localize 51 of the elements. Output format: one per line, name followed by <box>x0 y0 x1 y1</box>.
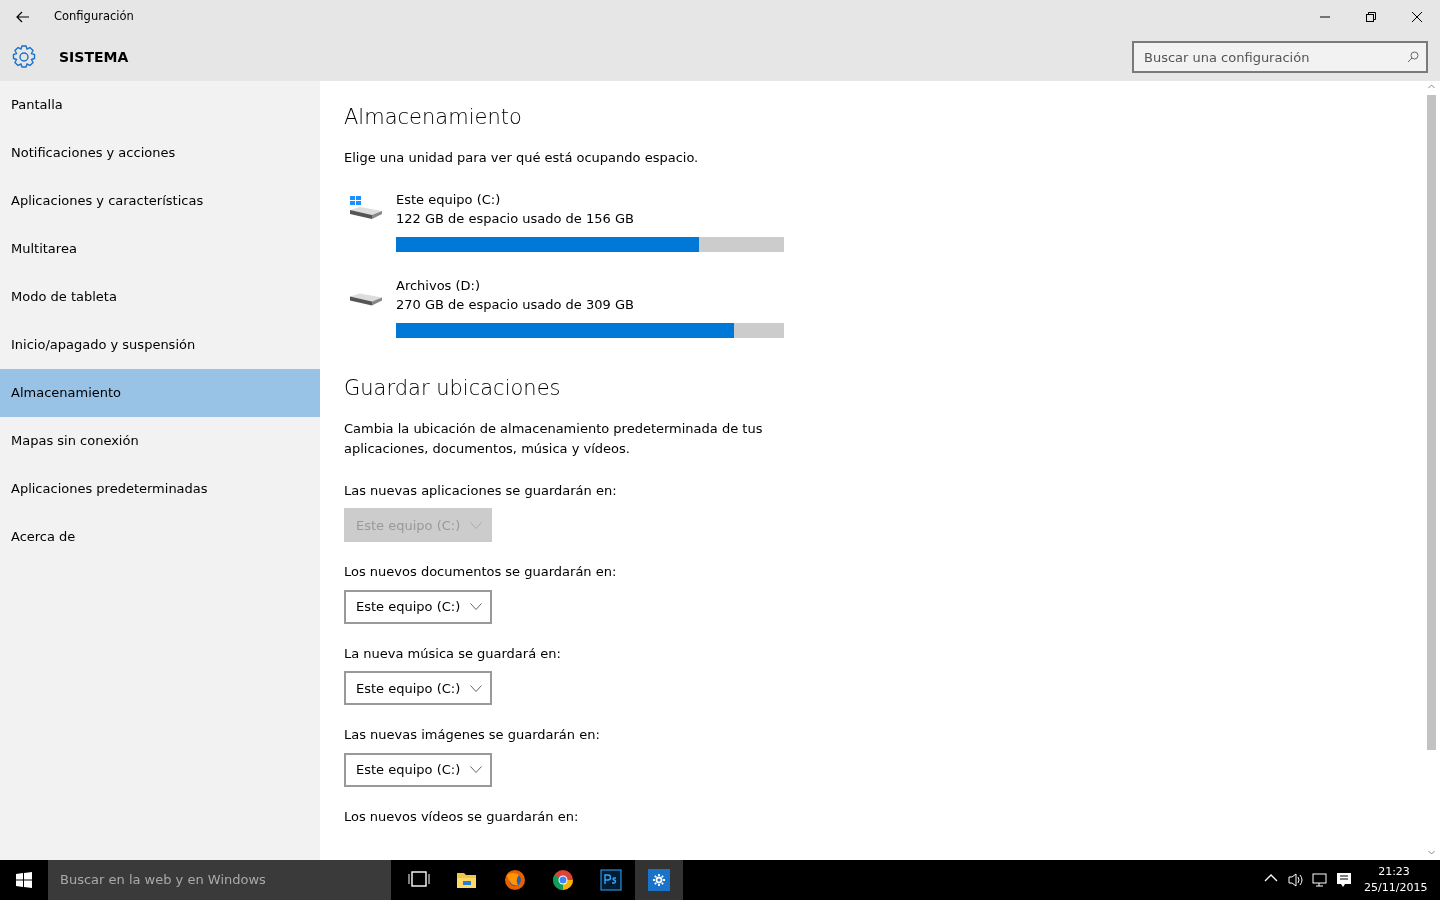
drive-name[interactable]: Archivos (D:) <box>396 275 784 296</box>
sidebar-item[interactable]: Inicio/apagado y suspensión <box>0 321 320 369</box>
setting-label: Los nuevos vídeos se guardarán en: <box>344 807 580 826</box>
chevron-down-icon <box>470 684 482 692</box>
search-field[interactable]: Buscar una configuración <box>1132 41 1428 73</box>
sidebar-item[interactable]: Aplicaciones predeterminadas <box>0 465 320 513</box>
chrome-browser-icon <box>552 869 574 891</box>
setting-label: Las nuevas aplicaciones se guardarán en: <box>344 481 618 500</box>
sidebar-item[interactable]: Multitarea <box>0 225 320 273</box>
sidebar-item[interactable]: Acerca de <box>0 513 320 561</box>
chevron-down-icon <box>470 603 482 611</box>
windows-logo-icon <box>16 872 32 888</box>
drive-dropdown[interactable]: Este equipo (C:) <box>344 589 492 624</box>
drive-usage: 122 GB de espacio usado de 156 GB <box>396 210 635 229</box>
description-text: Elige una unidad para ver qué está ocupando espacio. <box>344 149 700 168</box>
gear-icon <box>11 44 37 70</box>
taskbar-app-button[interactable] <box>635 860 683 900</box>
chevron-down-icon <box>470 766 482 774</box>
drive-dropdown[interactable]: Este equipo (C:) <box>344 752 492 787</box>
sidebar-item[interactable]: Almacenamiento <box>0 369 320 417</box>
drive-icon <box>348 195 382 222</box>
photoshop-icon <box>600 869 622 891</box>
restore-icon <box>1366 11 1376 22</box>
section-heading: Almacenamiento <box>344 105 523 131</box>
setting-label: Los nuevos documentos se guardarán en: <box>344 563 618 582</box>
network-icon[interactable] <box>1312 872 1328 888</box>
drive-dropdown[interactable]: Este equipo (C:) <box>344 671 492 706</box>
chevron-down-icon <box>470 521 482 529</box>
section-heading: Guardar ubicaciones <box>344 375 562 401</box>
window-title: Configuración <box>54 7 134 25</box>
sidebar-item[interactable]: Modo de tableta <box>0 273 320 321</box>
section-title: SISTEMA <box>59 47 129 67</box>
setting-label: Las nuevas imágenes se guardarán en: <box>344 726 601 745</box>
speaker-icon[interactable] <box>1288 872 1304 888</box>
drive-usage: 270 GB de espacio usado de 309 GB <box>396 296 635 315</box>
clock-time[interactable]: 21:23 <box>1364 864 1424 880</box>
drive-name[interactable]: Este equipo (C:) <box>396 189 784 210</box>
browser-globe-icon <box>504 869 526 891</box>
search-icon <box>1407 51 1419 63</box>
message-icon[interactable] <box>1336 872 1352 888</box>
taskbar-search-field[interactable]: Buscar en la web y en Windows <box>48 860 391 900</box>
back-arrow-icon <box>16 10 30 23</box>
sidebar-item[interactable]: Mapas sin conexión <box>0 417 320 465</box>
description-text: Cambia la ubicación de almacenamiento predeterminada de tus aplicaciones, documentos, música y vídeos. <box>344 419 764 458</box>
close-icon <box>1412 11 1422 22</box>
drive-icon <box>348 292 382 306</box>
sidebar-item[interactable]: Aplicaciones y características <box>0 177 320 225</box>
sidebar-item[interactable]: Notificaciones y acciones <box>0 129 320 177</box>
sidebar-item[interactable]: Pantalla <box>0 81 320 129</box>
settings-icon <box>648 869 670 891</box>
setting-label: La nueva música se guardará en: <box>344 644 562 663</box>
